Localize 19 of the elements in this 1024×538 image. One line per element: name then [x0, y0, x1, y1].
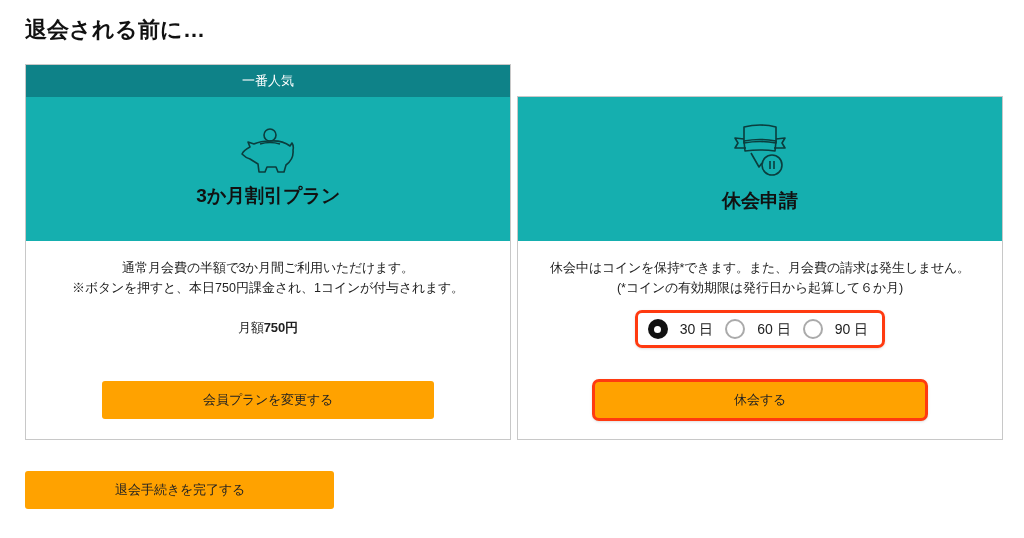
radio-option[interactable]: 60 日 — [725, 318, 795, 340]
card-title: 休会申請 — [722, 188, 798, 213]
description-text: (*コインの有効期限は発行日から起算して６か月) — [616, 280, 904, 297]
card-action-button[interactable]: 休会する — [592, 379, 928, 421]
price-text: 月額750円 — [237, 319, 299, 337]
radio-option[interactable]: 90 日 — [802, 318, 873, 340]
description-text: ※ボタンを押すと、本日750円課金され、1コインが付与されます。 — [72, 280, 464, 297]
card-title: 3か月割引プラン — [196, 183, 340, 208]
ribbon-pause-icon — [732, 122, 788, 179]
description-text: 通常月会費の半額で3か月間ご利用いただけます。 — [121, 260, 415, 277]
radio-option[interactable]: 30 日 — [647, 318, 718, 340]
radio-button[interactable] — [802, 319, 823, 339]
card-action-button[interactable]: 会員プランを変更する — [102, 381, 434, 419]
description-text: 休会中はコインを保持*できます。また、月会費の請求は発生しません。 — [549, 260, 971, 277]
complete-withdrawal-button[interactable]: 退会手続きを完了する — [25, 471, 334, 509]
page-heading: 退会される前に… — [25, 16, 206, 44]
radio-button[interactable] — [647, 319, 668, 339]
radio-button[interactable] — [725, 319, 746, 339]
banner-text: 一番人気 — [242, 72, 294, 91]
